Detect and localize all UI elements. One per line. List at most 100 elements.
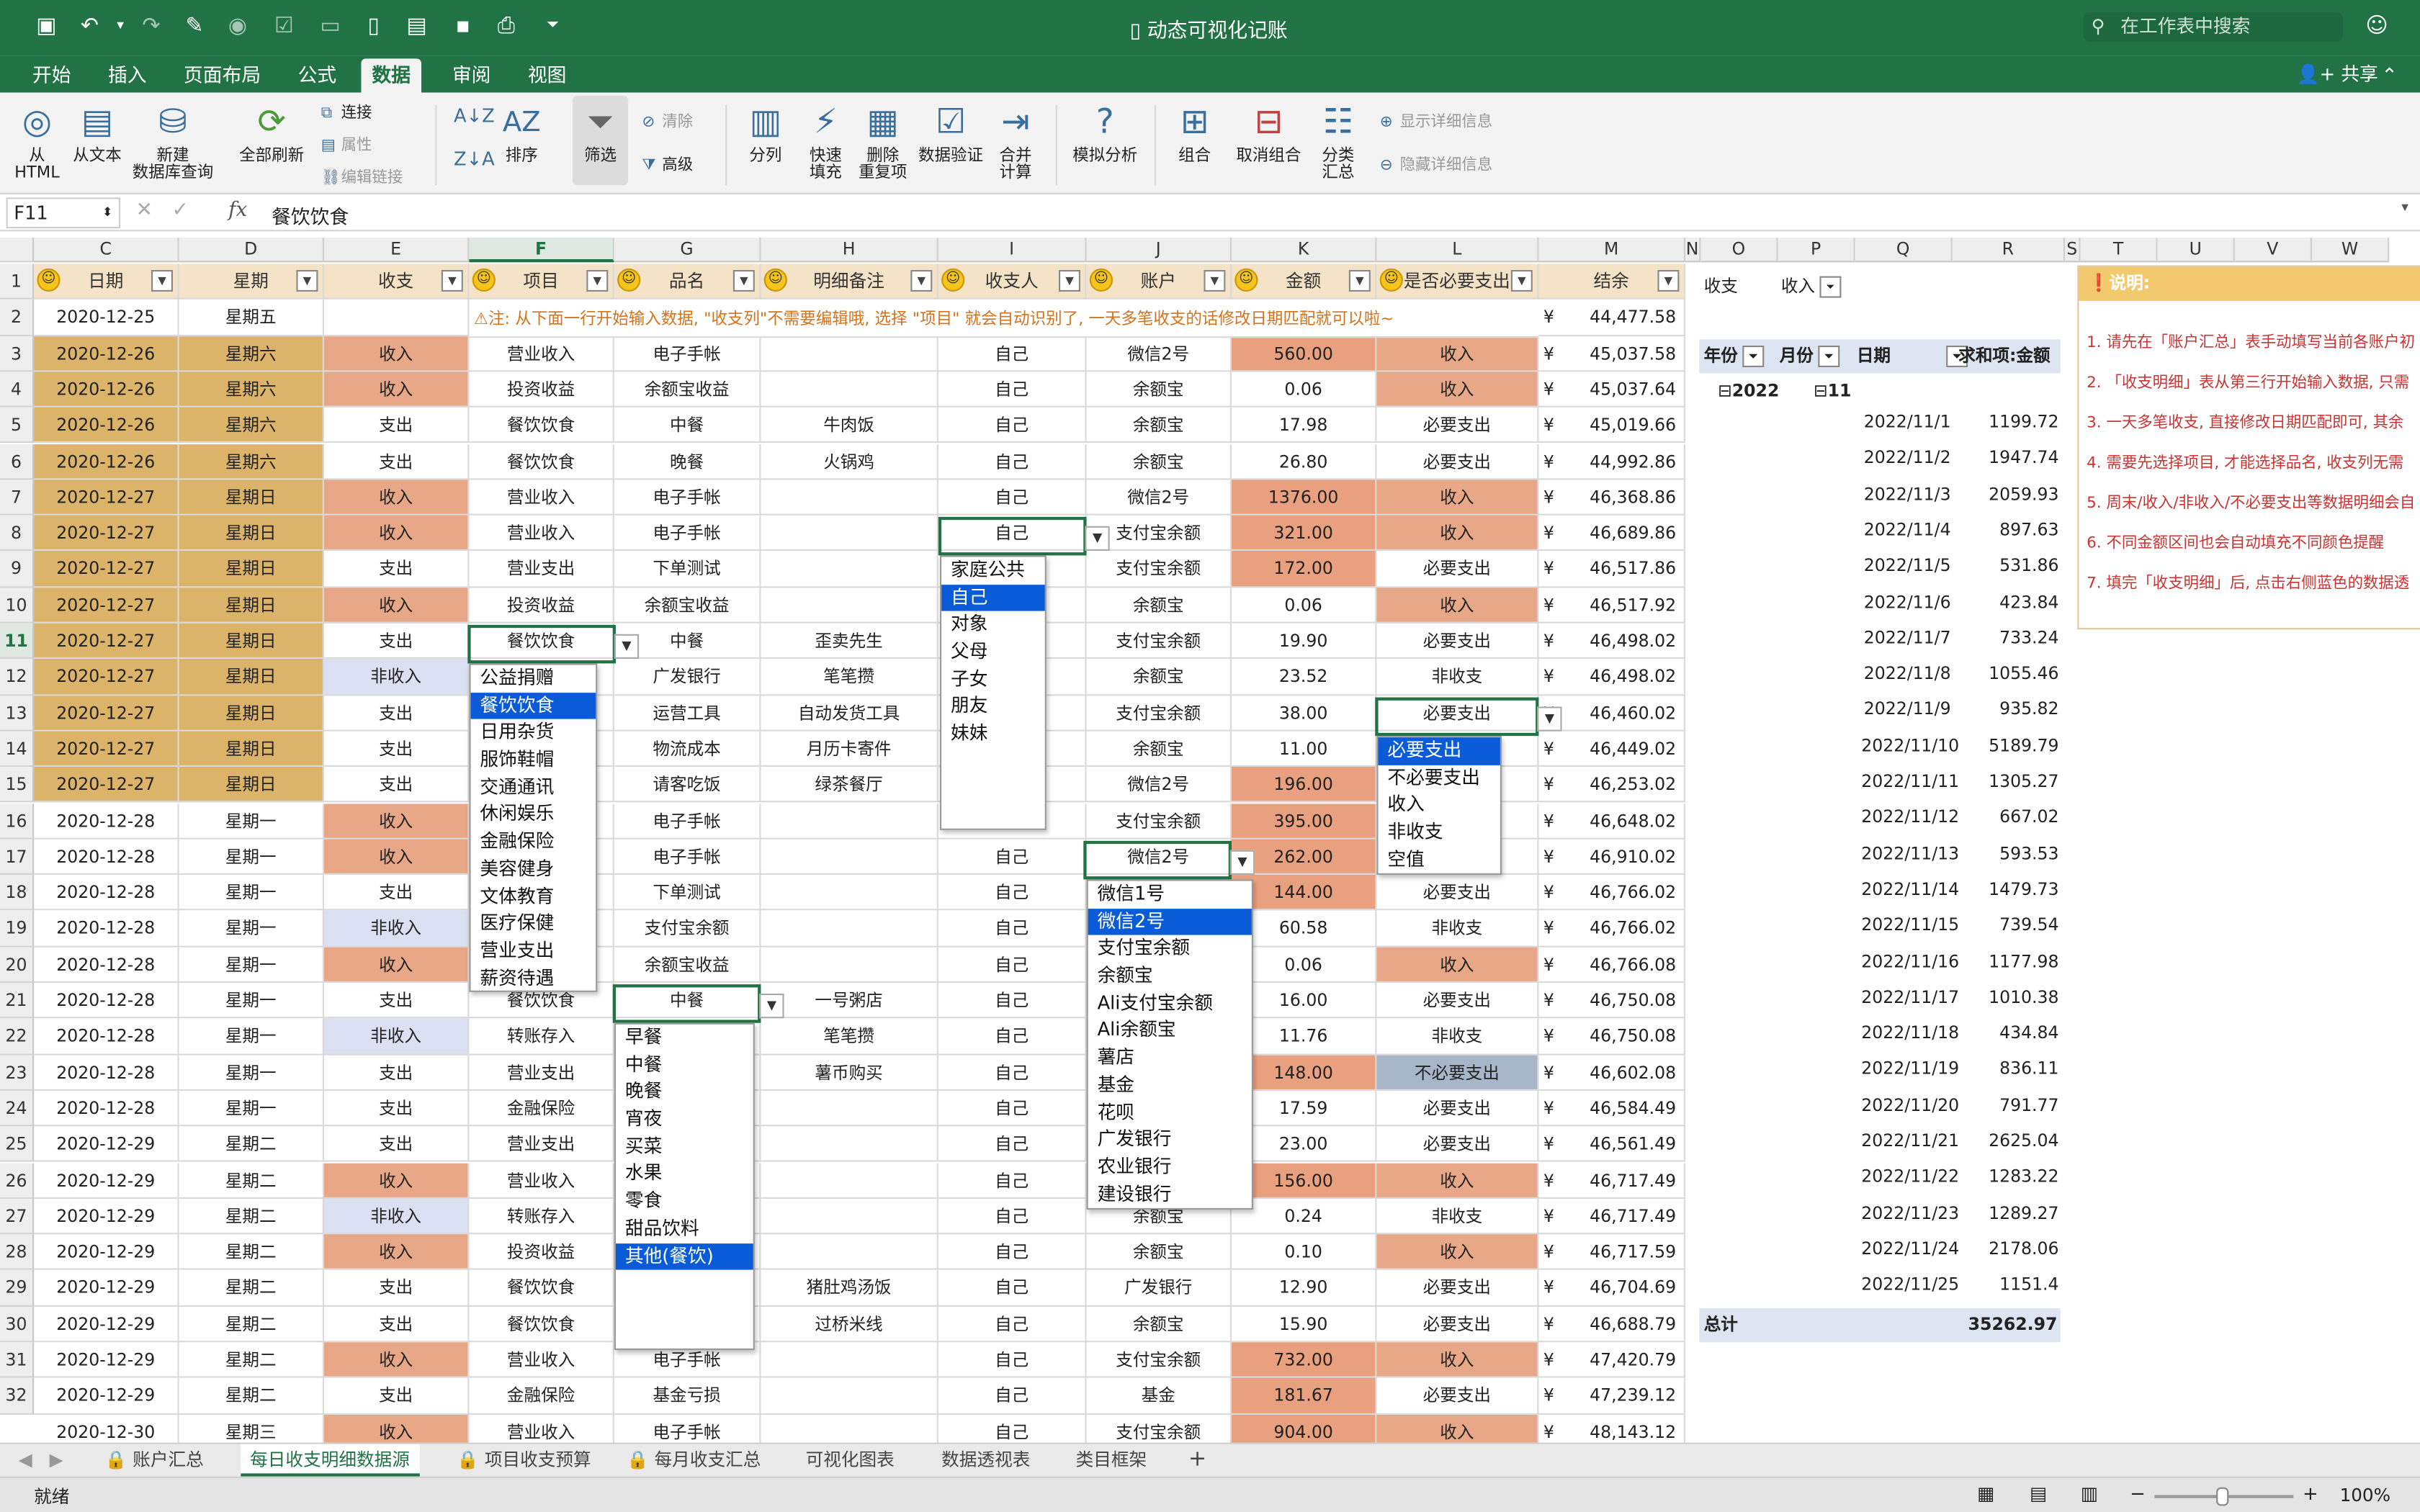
cell-balance[interactable]: ¥46,253.02 — [1538, 767, 1685, 804]
cell-balance[interactable]: ¥46,517.92 — [1538, 587, 1685, 624]
pivot-sum[interactable]: 2059.93 — [1960, 484, 2059, 504]
column-header[interactable]: V — [2234, 238, 2312, 263]
account-option[interactable]: 支付宝余额 — [1088, 935, 1252, 963]
ungroup-button[interactable]: ⊟ 取消组合 — [1232, 102, 1306, 165]
row-header[interactable]: 4 — [0, 372, 35, 408]
item-option[interactable]: 日用杂货 — [471, 719, 596, 747]
tab-data[interactable]: 数据 — [361, 58, 422, 93]
cell-product[interactable]: 请客吃饭 — [614, 767, 761, 804]
cell-account[interactable]: 基金 — [1086, 1378, 1232, 1415]
header-payer[interactable]: 收支人 ☺ ▼ — [938, 264, 1087, 300]
product-option[interactable]: 甜品饮料 — [616, 1215, 753, 1243]
cell-payer[interactable]: 自己 — [938, 372, 1087, 408]
account-option[interactable]: 农业银行 — [1088, 1154, 1252, 1182]
cell-type[interactable]: 支出 — [324, 551, 470, 588]
column-header[interactable]: S — [2065, 238, 2081, 263]
cell-note[interactable] — [761, 875, 938, 912]
pivot-sum[interactable]: 1947.74 — [1960, 448, 2059, 468]
cell-payer[interactable]: 自己 — [938, 1198, 1087, 1235]
cell-note[interactable] — [761, 839, 938, 876]
pivot-date[interactable]: 2022/11/5 — [1861, 556, 1951, 576]
pivot-sum[interactable]: 434.84 — [1960, 1023, 2059, 1043]
cell-date[interactable]: 2020-12-26 — [34, 372, 179, 408]
cell-note[interactable] — [761, 551, 938, 588]
cell-product[interactable]: 下单测试 — [614, 875, 761, 912]
pivot-date[interactable]: 2022/11/19 — [1861, 1059, 1959, 1079]
pivot-date[interactable]: 2022/11/6 — [1861, 592, 1951, 612]
card-icon[interactable]: ▤ — [404, 14, 429, 38]
cell-amount[interactable]: 38.00 — [1232, 695, 1377, 732]
cell-note[interactable] — [761, 1414, 938, 1443]
filter-icon[interactable]: ⏷ — [1819, 276, 1842, 298]
cell-type[interactable]: 支出 — [324, 408, 470, 444]
cell-weekday[interactable]: 星期二 — [179, 1198, 324, 1235]
cell-item[interactable]: 投资收益 — [469, 372, 614, 408]
cell-amount[interactable]: 19.90 — [1232, 623, 1377, 660]
zoom-in-icon[interactable]: + — [2303, 1482, 2318, 1504]
cell-account[interactable]: 余额宝 — [1086, 587, 1232, 624]
pivot-sum[interactable]: 2625.04 — [1960, 1131, 2059, 1151]
clear-filter-button[interactable]: ⊘ 清除 — [642, 108, 693, 132]
cell-item[interactable]: 餐饮饮食 — [469, 1270, 614, 1307]
cell-type[interactable]: 收入 — [324, 947, 470, 983]
cell-product[interactable]: 中餐 — [614, 408, 761, 444]
cell-amount[interactable]: 1376.00 — [1232, 479, 1377, 516]
cell-item[interactable]: 营业收入 — [469, 479, 614, 516]
pivot-sum[interactable]: 1289.27 — [1960, 1203, 2059, 1223]
cell-weekday[interactable]: 星期日 — [179, 479, 324, 516]
cell-type[interactable]: 支出 — [324, 623, 470, 660]
cell-balance[interactable]: ¥45,037.64 — [1538, 372, 1685, 408]
check-icon[interactable]: ☑ — [272, 14, 296, 38]
cell-account[interactable]: 余额宝 — [1086, 659, 1232, 696]
cell-item[interactable]: 营业收入 — [469, 1342, 614, 1379]
cell-payer[interactable]: 自己 — [938, 1054, 1087, 1091]
account-option[interactable]: 薯店 — [1088, 1045, 1252, 1072]
zoom-slider-thumb[interactable] — [2216, 1487, 2229, 1506]
cell-product[interactable]: 基金亏损 — [614, 1378, 761, 1415]
pivot-date[interactable]: 2022/11/20 — [1861, 1095, 1959, 1115]
cell-type[interactable]: 收入 — [324, 803, 470, 840]
cell-necessary[interactable]: 必要支出 — [1376, 1090, 1539, 1127]
pivot-sum[interactable]: 593.53 — [1960, 843, 2059, 863]
prev-sheet-icon[interactable]: ◀ — [9, 1444, 42, 1477]
cell-account[interactable]: 余额宝 — [1086, 1234, 1232, 1271]
row-header[interactable]: 7 — [0, 479, 35, 516]
cell-payer[interactable]: 自己 — [938, 1018, 1087, 1055]
split-column-button[interactable]: ▥ 分列 — [741, 102, 791, 165]
sheet-tab-pivot[interactable]: 数据透视表 — [932, 1444, 1039, 1477]
cell-date[interactable]: 2020-12-27 — [34, 695, 179, 732]
cell-weekday[interactable]: 星期二 — [179, 1342, 324, 1379]
column-header[interactable]: W — [2312, 238, 2390, 263]
account-option[interactable]: 余额宝 — [1088, 963, 1252, 990]
cell-payer[interactable]: 自己 — [938, 444, 1087, 480]
pivot-date[interactable]: 2022/11/21 — [1861, 1131, 1959, 1151]
cell-account[interactable]: 支付宝余额 — [1086, 803, 1232, 840]
cell-necessary[interactable]: 收入 — [1376, 515, 1539, 552]
cell-account[interactable]: 支付宝余额 — [1086, 1342, 1232, 1379]
cell-note[interactable]: 笔笔攒 — [761, 1018, 938, 1055]
cell-product[interactable]: 余额宝收益 — [614, 947, 761, 983]
cell-type[interactable]: 收入 — [324, 515, 470, 552]
cell-necessary[interactable]: 收入 — [1376, 336, 1539, 372]
cell-date[interactable]: 2020-12-29 — [34, 1306, 179, 1343]
print-icon[interactable]: ⎙ — [494, 14, 519, 38]
filter-icon[interactable]: ⏷ — [1818, 346, 1840, 367]
necessary-option[interactable]: 必要支出 — [1378, 737, 1500, 765]
cell-note[interactable]: 绿茶餐厅 — [761, 767, 938, 804]
cell-necessary[interactable]: 必要支出 — [1376, 1270, 1539, 1307]
column-header[interactable]: D — [179, 238, 324, 263]
next-sheet-icon[interactable]: ▶ — [40, 1444, 73, 1477]
cell-note[interactable] — [761, 479, 938, 516]
cell-type[interactable]: 支出 — [324, 875, 470, 912]
pivot-date[interactable]: 2022/11/14 — [1861, 879, 1959, 899]
cell-payer[interactable]: 自己 — [938, 336, 1087, 372]
cell-necessary[interactable]: 非收支 — [1376, 1198, 1539, 1235]
cell-necessary[interactable]: 非收支 — [1376, 1018, 1539, 1055]
cell-amount[interactable]: 26.80 — [1232, 444, 1377, 480]
cell-necessary[interactable]: 收入 — [1376, 1234, 1539, 1271]
cell-item[interactable]: 营业收入 — [469, 336, 614, 372]
tab-home[interactable]: 开始 — [22, 58, 82, 92]
undo-dropdown-icon[interactable]: ▾ — [108, 14, 133, 38]
pivot-sum[interactable]: 1010.38 — [1960, 987, 2059, 1007]
cell-account[interactable]: 余额宝 — [1086, 444, 1232, 480]
